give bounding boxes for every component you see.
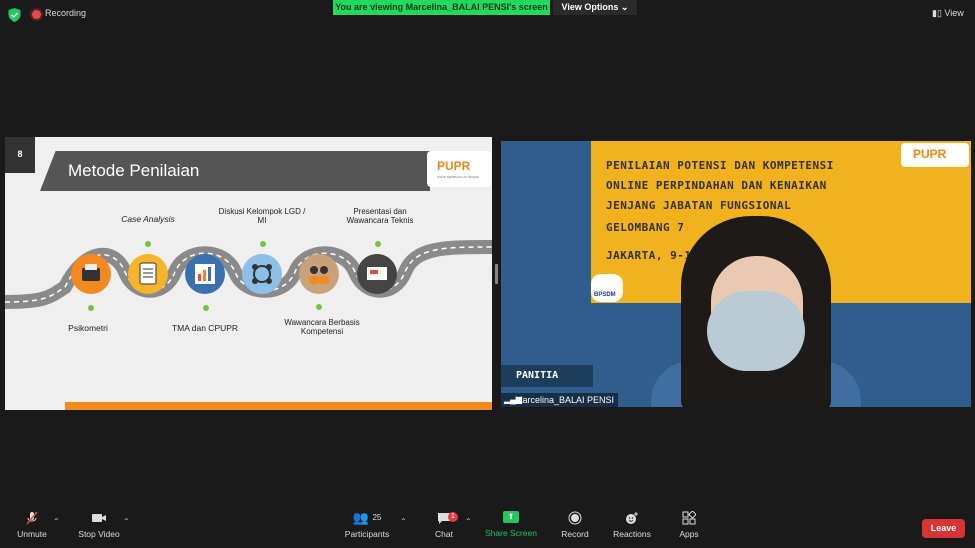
banner-line-4: GELOMBANG 7	[606, 221, 685, 234]
step-label-wawancara-berbasis: Wawancara Berbasis Kompetensi	[284, 318, 360, 336]
participant-video[interactable]: PENILAIAN POTENSI DAN KOMPETENSI ONLINE …	[501, 141, 971, 407]
stop-video-label: Stop Video	[78, 529, 120, 539]
banner-line-2: ONLINE PERPINDAHAN DAN KENAIKAN	[606, 179, 827, 192]
chevron-down-icon: ⌄	[620, 2, 629, 12]
record-label: Record	[561, 529, 589, 539]
report-icon	[195, 264, 215, 284]
step-marker	[203, 305, 209, 311]
slide-title: Metode Penilaian	[68, 161, 200, 180]
apps-label: Apps	[679, 529, 699, 539]
recording-label: Recording	[45, 8, 87, 18]
banner-line-1: PENILAIAN POTENSI DAN KOMPETENSI	[606, 159, 834, 172]
video-camera-icon	[92, 514, 106, 522]
reactions-button[interactable]: Reactions	[612, 511, 652, 539]
step-node-diskusi-kelompok	[242, 254, 282, 294]
view-label: View	[944, 8, 964, 18]
leave-button[interactable]: Leave	[922, 519, 965, 538]
record-button[interactable]: Record	[558, 511, 592, 539]
step-node-wawancara-berbasis	[299, 254, 339, 294]
viewing-screen-banner: You are viewing Marcelina_BALAI PENSI's …	[333, 0, 550, 15]
step-node-tma-cpupr	[185, 254, 225, 294]
participant-name-tag: ▂▄▆ Marcelina_BALAI PENSI	[501, 393, 619, 407]
banner-line-3: JENJANG JABATAN FUNGSIONAL	[606, 199, 792, 212]
chat-label: Chat	[435, 529, 453, 539]
emoji-plus-icon	[626, 512, 638, 524]
stop-video-button[interactable]: Stop Video	[74, 511, 124, 539]
shared-screen-slide: 8 Metode Penilaian PUPR SIGAP MEMBANGUN …	[5, 137, 492, 410]
unmute-button[interactable]: Unmute	[12, 511, 52, 539]
pupr-logo-subtext: SIGAP MEMBANGUN NEGERI	[437, 175, 480, 179]
panitia-label: PANITIA	[516, 370, 559, 381]
share-screen-button[interactable]: ⬆ Share Screen	[484, 511, 538, 538]
participants-options-caret-icon[interactable]: ⌃	[400, 517, 407, 526]
participants-count: 25	[372, 513, 382, 522]
step-marker	[375, 241, 381, 247]
step-node-presentasi	[357, 254, 397, 294]
step-marker	[145, 241, 151, 247]
view-options-button[interactable]: View Options ⌄	[553, 0, 637, 15]
participants-button[interactable]: 👥 25 Participants	[340, 511, 394, 540]
signal-strength-icon: ▂▄▆	[504, 395, 522, 404]
apps-button[interactable]: Apps	[676, 511, 702, 539]
chat-options-caret-icon[interactable]: ⌃	[465, 517, 472, 526]
step-marker	[260, 241, 266, 247]
participants-icon: 👥	[352, 510, 369, 525]
unmute-label: Unmute	[17, 529, 47, 539]
participant-name: Marcelina_BALAI PENSI	[515, 395, 615, 405]
slide-number: 8	[17, 149, 23, 159]
slide-footer-bar	[65, 402, 492, 410]
group-discussion-icon	[252, 264, 272, 284]
step-node-psikometri	[71, 254, 111, 294]
record-icon	[568, 511, 582, 525]
view-button[interactable]: ▮▯ View	[932, 8, 964, 19]
face-mask	[707, 291, 805, 371]
participants-icon-row: 👥 25	[340, 511, 394, 525]
view-options-label: View Options	[561, 2, 619, 12]
notepad-icon	[139, 262, 157, 285]
step-label-case-analysis: Case Analysis	[121, 214, 175, 224]
presentation-icon	[367, 267, 387, 280]
step-label-presentasi: Presentasi dan Wawancara Teknis	[346, 207, 414, 225]
step-label-psikometri: Psikometri	[68, 323, 108, 333]
pupr-logo-text: PUPR	[913, 147, 947, 161]
pupr-logo-text: PUPR	[437, 159, 471, 173]
participants-label: Participants	[344, 529, 390, 539]
step-node-case-analysis	[128, 254, 168, 294]
reactions-label: Reactions	[613, 529, 651, 539]
video-options-caret-icon[interactable]: ⌃	[123, 517, 130, 526]
step-label-diskusi-kelompok: Diskusi Kelompok LGD / MI	[218, 207, 306, 225]
recording-icon	[32, 10, 41, 19]
share-screen-label: Share Screen	[485, 528, 537, 538]
microphone-muted-icon	[26, 511, 38, 525]
security-shield-icon[interactable]	[8, 8, 21, 22]
audio-options-caret-icon[interactable]: ⌃	[53, 517, 60, 526]
chat-unread-badge: 1	[448, 512, 458, 522]
apps-icon	[682, 511, 696, 525]
view-layout-icon: ▮▯	[932, 8, 945, 18]
interview-icon	[309, 266, 329, 284]
typewriter-icon	[82, 264, 100, 281]
step-marker	[316, 304, 322, 310]
panel-resize-handle[interactable]	[495, 264, 498, 284]
share-screen-arrow-icon: ⬆	[503, 511, 519, 523]
step-marker	[88, 305, 94, 311]
bpsdm-label: BPSDM	[594, 292, 616, 298]
step-label-tma-cpupr: TMA dan CPUPR	[171, 323, 239, 333]
